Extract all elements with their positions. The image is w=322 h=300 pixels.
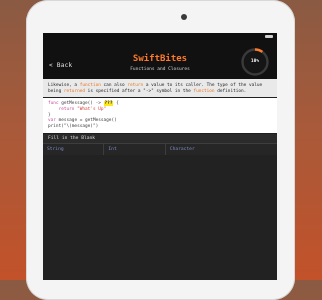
empty-area <box>43 155 277 280</box>
code-keyword: return <box>48 106 75 112</box>
code-sample: func getMessage() -> ??? { return "What'… <box>43 98 277 133</box>
code-text: { <box>113 101 119 106</box>
code-text: message = getMessage() <box>55 118 117 124</box>
description-keyword: return <box>127 83 144 88</box>
code-string: "What's Up" <box>74 106 107 112</box>
app-header: < Back SwiftBites Functions and Closures… <box>43 40 277 79</box>
description-text: can also <box>100 83 128 88</box>
answer-option-character[interactable]: Character <box>166 144 277 155</box>
code-text: } <box>48 112 51 118</box>
description-keyword: function <box>193 88 215 94</box>
code-keyword: var <box>48 118 56 124</box>
description-text: is specified after a "->" symbol in the <box>85 88 194 94</box>
answer-options: String Int Character <box>43 143 277 155</box>
description-text: definition. <box>214 88 247 94</box>
code-text: print("\(message)") <box>48 124 99 130</box>
description-keyword: function <box>79 83 101 88</box>
code-text: getMessage() -> <box>58 101 104 106</box>
app-screen: < Back SwiftBites Functions and Closures… <box>43 33 277 280</box>
description-text: Likewise, a <box>48 83 80 88</box>
answer-option-string[interactable]: String <box>43 144 105 155</box>
status-bar <box>43 33 277 40</box>
code-keyword: func <box>48 101 59 106</box>
camera-dot <box>181 14 187 20</box>
battery-icon <box>265 35 273 38</box>
lesson-description: Likewise, a function can also return a v… <box>43 79 277 97</box>
description-keyword: returned <box>63 88 86 94</box>
answer-option-int[interactable]: Int <box>104 144 166 155</box>
blank-placeholder: ??? <box>103 101 114 106</box>
code-line: print("\(message)") <box>48 124 272 130</box>
progress-percent: 10% <box>250 59 260 64</box>
quiz-prompt: Fill in the Blank <box>43 134 277 143</box>
